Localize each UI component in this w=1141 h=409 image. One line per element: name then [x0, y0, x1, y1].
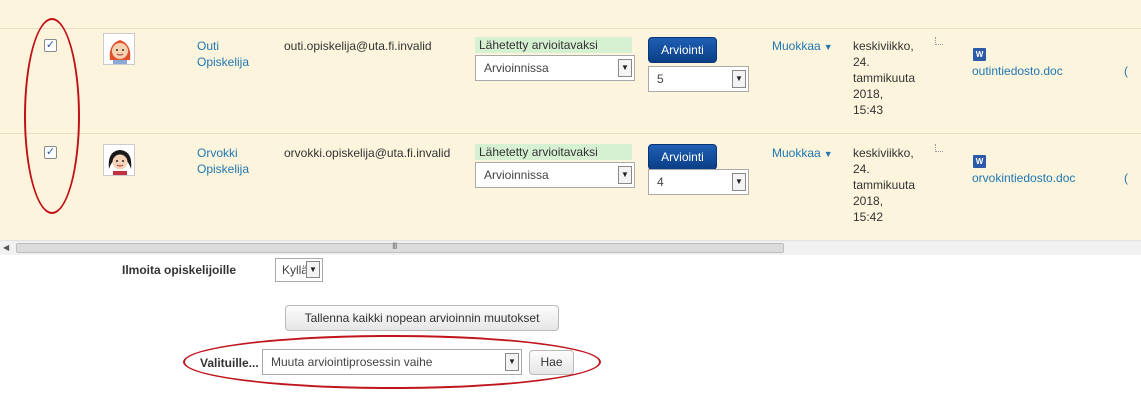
- date-line: 15:43: [853, 103, 884, 117]
- date-line: 2018,: [853, 87, 884, 101]
- workflow-state-select[interactable]: Arvioinnissa ▼: [475, 162, 635, 188]
- student-name-link[interactable]: Orvokki Opiskelija: [197, 145, 249, 177]
- date-line: 15:42: [853, 210, 884, 224]
- caret-down-icon: ▼: [823, 149, 833, 159]
- date-line: 24.: [853, 162, 870, 176]
- edit-menu-label: Muokkaa: [772, 146, 821, 160]
- date-line: tammikuuta: [853, 178, 916, 192]
- date-line: 24.: [853, 55, 870, 69]
- annotation-ellipse-checkboxes: [24, 18, 80, 214]
- student-first-name: Outi: [197, 39, 220, 53]
- date-line: tammikuuta: [853, 71, 916, 85]
- student-email: outi.opiskelija@uta.fi.invalid: [284, 39, 432, 53]
- avatar: [103, 33, 135, 65]
- notify-students-value: Kyllä: [282, 263, 309, 277]
- scroll-left-icon[interactable]: ◀: [3, 243, 9, 252]
- chevron-down-icon: ▼: [306, 261, 320, 278]
- submissions-table: ✓ Outi Opiskelija outi.opiskelija@uta.fi…: [0, 0, 1141, 240]
- student-first-name: Orvokki: [197, 146, 238, 160]
- save-quick-grading-button[interactable]: Tallenna kaikki nopean arvioinnin muutok…: [285, 305, 559, 331]
- grade-button[interactable]: Arviointi: [648, 37, 717, 63]
- caret-down-icon: ▼: [823, 42, 833, 52]
- edit-menu[interactable]: Muokkaa ▼: [772, 145, 833, 162]
- student-last-name: Opiskelija: [197, 55, 250, 69]
- annotation-ellipse-bulk-action: [183, 335, 601, 389]
- last-modified-date: keskiviikko, 24. tammikuuta 2018, 15:42: [853, 145, 933, 225]
- edit-menu[interactable]: Muokkaa ▼: [772, 38, 833, 55]
- edit-menu-label: Muokkaa: [772, 39, 821, 53]
- date-line: keskiviikko,: [853, 39, 914, 53]
- chevron-down-icon: ▼: [618, 59, 632, 77]
- workflow-state-value: Arvioinnissa: [484, 61, 549, 75]
- horizontal-scrollbar[interactable]: ◀ III: [0, 240, 1141, 255]
- last-modified-date: keskiviikko, 24. tammikuuta 2018, 15:43: [853, 38, 933, 118]
- table-row: ✓ Outi Opiskelija outi.opiskelija@uta.fi…: [0, 28, 1141, 133]
- tree-connector-icon: [935, 144, 943, 152]
- notify-students-select[interactable]: Kyllä ▼: [275, 258, 323, 282]
- scrollbar-grip: III: [392, 241, 397, 251]
- word-file-icon: W: [973, 48, 986, 61]
- chevron-down-icon: ▼: [732, 70, 746, 88]
- chevron-down-icon: ▼: [732, 173, 746, 191]
- student-name-link[interactable]: Outi Opiskelija: [197, 38, 249, 70]
- notify-students-label: Ilmoita opiskelijoille: [122, 263, 237, 277]
- workflow-state-value: Arvioinnissa: [484, 168, 549, 182]
- table-row-partial: [0, 0, 1141, 28]
- quick-grade-value: 5: [657, 72, 664, 86]
- student-last-name: Opiskelija: [197, 162, 250, 176]
- quick-grade-select[interactable]: 4 ▼: [648, 169, 749, 195]
- table-row: ✓ Orvokki Opiskelija orvokki.opiskelija@…: [0, 133, 1141, 240]
- submission-file-link[interactable]: outintiedosto.doc: [972, 63, 1063, 79]
- clipped-cell-text: (: [1124, 171, 1128, 185]
- chevron-down-icon: ▼: [618, 166, 632, 184]
- submission-status-badge: Lähetetty arvioitavaksi: [475, 37, 632, 53]
- quick-grade-value: 4: [657, 175, 664, 189]
- date-line: keskiviikko,: [853, 146, 914, 160]
- date-line: 2018,: [853, 194, 884, 208]
- word-file-icon: W: [973, 155, 986, 168]
- workflow-state-select[interactable]: Arvioinnissa ▼: [475, 55, 635, 81]
- student-email: orvokki.opiskelija@uta.fi.invalid: [284, 146, 451, 160]
- submission-file-link[interactable]: orvokintiedosto.doc: [972, 170, 1075, 186]
- quick-grade-select[interactable]: 5 ▼: [648, 66, 749, 92]
- avatar: [103, 144, 135, 176]
- grade-button[interactable]: Arviointi: [648, 144, 717, 170]
- submission-status-badge: Lähetetty arvioitavaksi: [475, 144, 632, 160]
- scrollbar-thumb[interactable]: III: [16, 241, 784, 253]
- clipped-cell-text: (: [1124, 64, 1128, 78]
- tree-connector-icon: [935, 37, 943, 45]
